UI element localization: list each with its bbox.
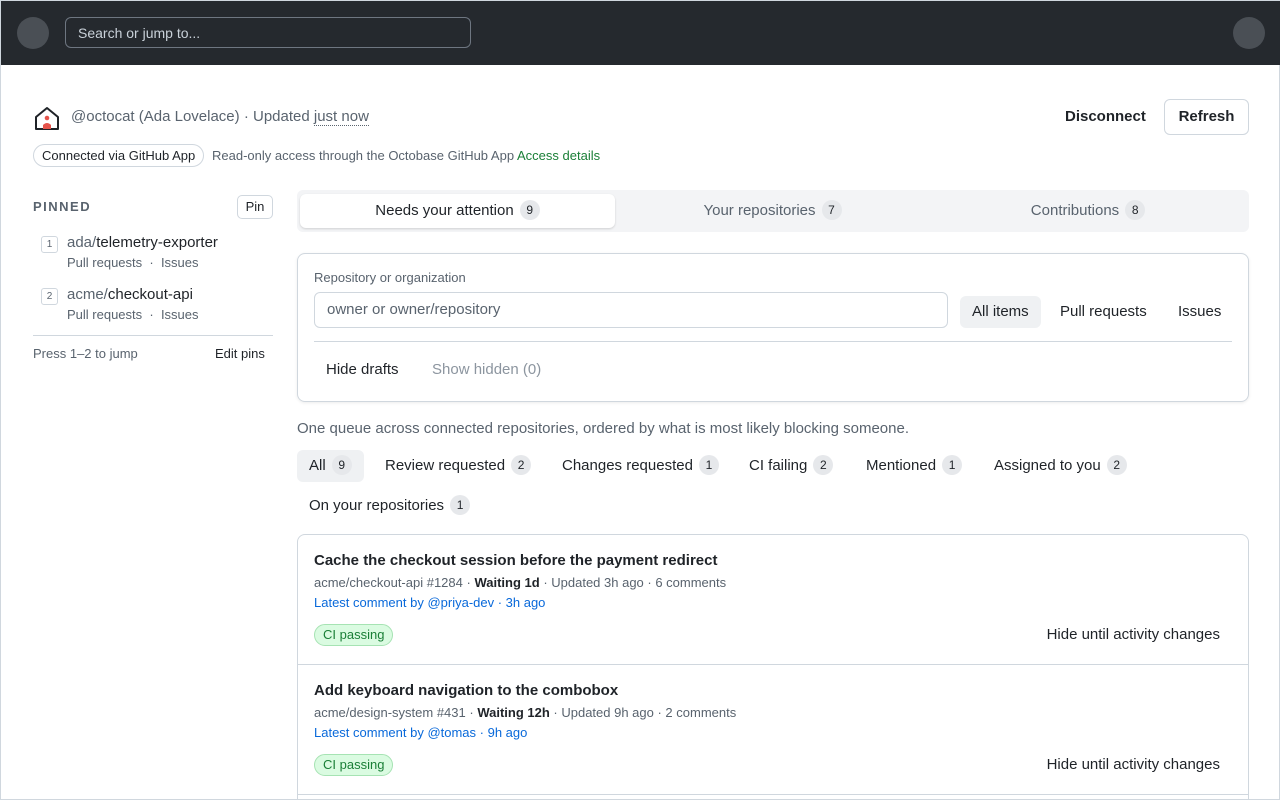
- ci-status-badge: CI passing: [314, 754, 394, 776]
- item-title-link[interactable]: Add keyboard navigation to the combobox: [314, 682, 618, 699]
- tab-your-repositories[interactable]: Your repositories 7: [615, 194, 930, 228]
- show-hidden-toggle[interactable]: Show hidden (0): [432, 361, 541, 378]
- item-meta-rest: · Updated 3h ago · 6 comments: [543, 575, 727, 590]
- home-logo-icon: [33, 105, 61, 131]
- jump-hint: Press 1–2 to jump: [33, 346, 138, 361]
- pinned-repo-link[interactable]: ada/telemetry-exporter: [67, 234, 218, 251]
- refresh-button[interactable]: Refresh: [1164, 99, 1249, 135]
- view-tabs: Needs your attention 9 Your repositories 7…: [297, 190, 1249, 232]
- account-line: @octocat (Ada Lovelace) · Updated just n…: [71, 108, 369, 126]
- top-bar: Search or jump to...: [1, 1, 1280, 65]
- segment-all-items[interactable]: All items: [960, 296, 1041, 328]
- tab-needs-attention[interactable]: Needs your attention 9: [300, 194, 615, 228]
- sidebar-divider: [33, 335, 273, 336]
- connection-badge: Connected via GitHub App: [33, 144, 205, 167]
- repo-filter-input[interactable]: owner or owner/repository: [314, 292, 948, 328]
- menu-avatar-icon[interactable]: [17, 17, 49, 49]
- filter-chip-review-requested[interactable]: Review requested 2: [373, 450, 543, 482]
- item-title-link[interactable]: Cache the checkout session before the pa…: [314, 552, 717, 569]
- hide-until-activity-button[interactable]: Hide until activity changes: [1047, 624, 1220, 646]
- account-user: @octocat (Ada Lovelace): [71, 108, 240, 125]
- pinned-repo-links: Pull requests · Issues: [67, 255, 199, 270]
- access-details-link[interactable]: Access details: [517, 148, 600, 163]
- segment-issues[interactable]: Issues: [1166, 296, 1233, 328]
- item-repo-ref[interactable]: acme/checkout-api #1284 ·: [314, 575, 471, 590]
- pinned-pulls-link[interactable]: Pull requests: [67, 307, 142, 322]
- updated-prefix: · Updated: [243, 108, 310, 125]
- pinned-pulls-link[interactable]: Pull requests: [67, 255, 142, 270]
- item-meta-rest: · Updated 9h ago · 2 comments: [553, 705, 737, 720]
- pin-number: 1: [41, 234, 58, 253]
- filter-chip-ci-failing[interactable]: CI failing 2: [737, 450, 845, 482]
- edit-pins-button[interactable]: Edit pins: [215, 346, 265, 361]
- item-latest-comment-link[interactable]: Latest comment by @priya-dev · 3h ago: [314, 595, 545, 610]
- list-item: Add keyboard navigation to the combobox …: [298, 665, 1248, 795]
- pinned-heading: PINNED: [33, 199, 92, 214]
- user-avatar[interactable]: [1233, 17, 1265, 49]
- item-meta: acme/checkout-api #1284 · Waiting 1d · U…: [314, 575, 726, 590]
- filter-chip-changes-requested[interactable]: Changes requested 1: [550, 450, 731, 482]
- pinned-issues-link[interactable]: Issues: [161, 255, 199, 270]
- filter-chip-on-your-repositories[interactable]: On your repositories 1: [297, 490, 482, 522]
- tab-contributions[interactable]: Contributions 8: [930, 194, 1246, 228]
- item-waiting: Waiting 1d: [474, 575, 540, 590]
- item-latest-comment-link[interactable]: Latest comment by @tomas · 9h ago: [314, 725, 527, 740]
- pinned-repo-link[interactable]: acme/checkout-api: [67, 286, 193, 303]
- hide-drafts-toggle[interactable]: Hide drafts: [326, 361, 399, 378]
- ci-status-badge: CI passing: [314, 624, 394, 646]
- list-item: Cache the checkout session before the pa…: [298, 535, 1248, 665]
- item-repo-ref[interactable]: acme/design-system #431 ·: [314, 705, 474, 720]
- filter-divider: [314, 341, 1232, 342]
- segment-pull-requests[interactable]: Pull requests: [1048, 296, 1159, 328]
- attention-list: Cache the checkout session before the pa…: [297, 534, 1249, 800]
- updated-time: just now: [313, 108, 369, 126]
- hide-until-activity-button[interactable]: Hide until activity changes: [1047, 754, 1220, 776]
- filter-panel: Repository or organization owner or owne…: [297, 253, 1249, 402]
- pin-button[interactable]: Pin: [237, 195, 273, 219]
- item-divider: [298, 794, 1248, 795]
- filter-chip-all[interactable]: All 9: [297, 450, 364, 482]
- queue-description: One queue across connected repositories,…: [297, 420, 909, 437]
- pin-number: 2: [41, 286, 58, 305]
- access-text: Read-only access through the Octobase Gi…: [212, 148, 515, 163]
- filter-chip-mentioned[interactable]: Mentioned 1: [854, 450, 974, 482]
- filter-chip-assigned[interactable]: Assigned to you 2: [982, 450, 1139, 482]
- pinned-repo-links: Pull requests · Issues: [67, 307, 199, 322]
- disconnect-button[interactable]: Disconnect: [1065, 108, 1146, 125]
- item-meta: acme/design-system #431 · Waiting 12h · …: [314, 705, 736, 720]
- pinned-issues-link[interactable]: Issues: [161, 307, 199, 322]
- item-waiting: Waiting 12h: [477, 705, 550, 720]
- repo-filter-label: Repository or organization: [314, 270, 466, 285]
- global-search-input[interactable]: Search or jump to...: [65, 17, 471, 48]
